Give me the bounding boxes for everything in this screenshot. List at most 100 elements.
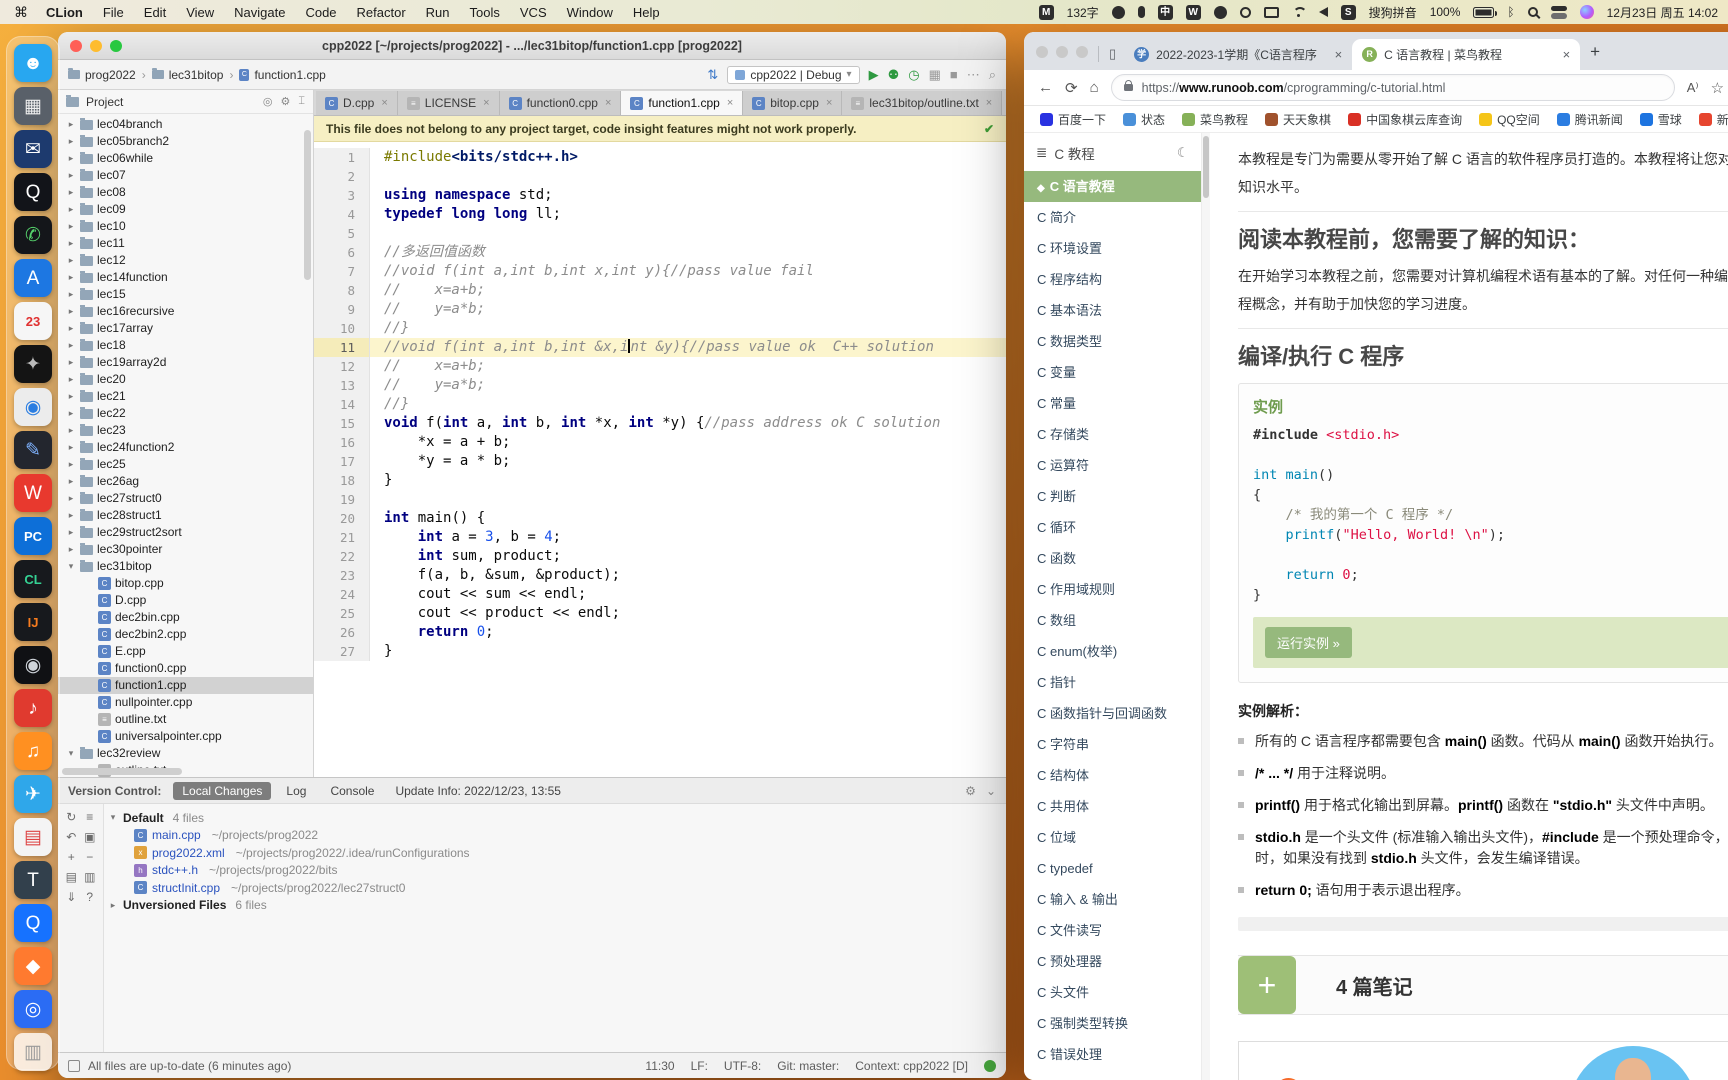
- tree-item[interactable]: C E.cpp: [58, 643, 313, 660]
- debug-button[interactable]: ⚉: [888, 67, 900, 83]
- editor-tab[interactable]: Cfunction1.cpp ×: [621, 91, 744, 115]
- tree-item[interactable]: ▸ lec21: [58, 388, 313, 405]
- tree-item[interactable]: Cnullpointer.cpp: [58, 694, 313, 711]
- tree-item[interactable]: ▸ lec29struct2sort: [58, 524, 313, 541]
- sidebar-item[interactable]: C 头文件: [1024, 977, 1201, 1008]
- bookmark-item[interactable]: 新浪: [1698, 111, 1728, 128]
- dock-pc-app-icon[interactable]: PC: [14, 517, 52, 555]
- collapse-arrow[interactable]: ▸: [108, 900, 118, 911]
- hide-panel-icon[interactable]: ⌶: [298, 95, 305, 108]
- tab-close-icon[interactable]: ×: [826, 97, 832, 109]
- back-button[interactable]: ←: [1038, 79, 1053, 96]
- menu-item[interactable]: Help: [623, 5, 670, 20]
- gear-icon[interactable]: ⚙: [281, 95, 291, 108]
- tab-close-icon[interactable]: ×: [1563, 47, 1571, 62]
- sidebar-item[interactable]: C 预处理器: [1024, 946, 1201, 977]
- tree-item[interactable]: ▸ lec07: [58, 167, 313, 184]
- tree-item[interactable]: ▸ lec23: [58, 422, 313, 439]
- home-button[interactable]: ⌂: [1090, 79, 1099, 96]
- tree-item[interactable]: ▸ lec06while: [58, 150, 313, 167]
- page-scrollbar[interactable]: [1202, 133, 1210, 1080]
- sidebar-item[interactable]: C 运算符: [1024, 450, 1201, 481]
- sidebar-item[interactable]: C 函数指针与回调函数: [1024, 698, 1201, 729]
- sidebar-item[interactable]: C 变量: [1024, 357, 1201, 388]
- tree-item[interactable]: ▸ lec16recursive: [58, 303, 313, 320]
- tree-item[interactable]: Cdec2bin2.cpp: [58, 626, 313, 643]
- tree-hscrollbar[interactable]: [62, 768, 182, 775]
- ring-app-icon[interactable]: [1239, 6, 1251, 18]
- tree-item[interactable]: ▸ lec17array: [58, 320, 313, 337]
- dock-qq-music-icon[interactable]: ♫: [14, 732, 52, 770]
- battery-percent[interactable]: 100%: [1430, 5, 1461, 19]
- dock-notes-dark-icon[interactable]: ✦: [14, 345, 52, 383]
- clion-titlebar[interactable]: cpp2022 [~/projects/prog2022] - .../lec3…: [58, 32, 1006, 60]
- tree-item[interactable]: ▸ lec26ag: [58, 473, 313, 490]
- qq-status-icon[interactable]: [1213, 5, 1227, 19]
- dock-appstore-icon[interactable]: A: [14, 259, 52, 297]
- menu-item[interactable]: Edit: [134, 5, 176, 20]
- unversioned-row[interactable]: ▸ Unversioned Files 6 files: [108, 897, 1006, 915]
- zoom-button[interactable]: [1076, 46, 1088, 58]
- tab-search-icon[interactable]: ▯: [1098, 46, 1116, 62]
- tree-item[interactable]: ▸ lec27struct0: [58, 490, 313, 507]
- sidebar-item[interactable]: C 位域: [1024, 822, 1201, 853]
- wifi-icon[interactable]: [1292, 6, 1307, 18]
- ad-banner[interactable]: SEMRUSH: [1238, 1041, 1728, 1080]
- run-example-button[interactable]: 运行实例 »: [1265, 627, 1352, 658]
- menu-item[interactable]: File: [93, 5, 134, 20]
- bookmark-item[interactable]: 腾讯新闻: [1556, 111, 1623, 128]
- dock-calendar-icon[interactable]: 23: [14, 302, 52, 340]
- sidebar-item[interactable]: C enum(枚举): [1024, 636, 1201, 667]
- vcs-action-icon-4[interactable]: +: [62, 850, 81, 864]
- scrollbar-thumb[interactable]: [1203, 136, 1209, 198]
- dock-books-icon[interactable]: ▤: [14, 818, 52, 856]
- sidebar-item[interactable]: C 强制类型转换: [1024, 1008, 1201, 1039]
- tree-item[interactable]: ▸ lec05branch2: [58, 133, 313, 150]
- tree-item[interactable]: ▾ lec32review: [58, 745, 313, 762]
- dock-mail-icon[interactable]: ✉: [14, 130, 52, 168]
- dock-qq-icon[interactable]: Q: [14, 173, 52, 211]
- menu-item[interactable]: Window: [557, 5, 623, 20]
- sidebar-item[interactable]: ◆ C 语言教程: [1024, 171, 1201, 202]
- hide-panel-icon[interactable]: ⌄: [986, 784, 996, 798]
- locate-icon[interactable]: ◎: [263, 95, 273, 108]
- mic-icon[interactable]: [1137, 6, 1145, 18]
- notes-count[interactable]: 4 篇笔记: [1336, 971, 1413, 1000]
- sidebar-item[interactable]: C 错误处理: [1024, 1039, 1201, 1070]
- vcs-file-row[interactable]: CstructInit.cpp ~/projects/prog2022/lec27…: [108, 879, 1006, 897]
- dock-intellij-icon[interactable]: IJ: [14, 603, 52, 641]
- run-button[interactable]: ▶: [869, 67, 879, 83]
- sidebar-item[interactable]: C 循环: [1024, 512, 1201, 543]
- control-center-icon[interactable]: [1550, 5, 1567, 19]
- address-bar[interactable]: https://www.runoob.com/cprogramming/c-tu…: [1110, 74, 1675, 101]
- close-button[interactable]: [1036, 46, 1048, 58]
- code-editor[interactable]: 1 #include<bits/stdc++.h> 2 3 using namespac…: [314, 142, 1006, 777]
- sidebar-item[interactable]: C 共用体: [1024, 791, 1201, 822]
- bookmark-item[interactable]: 天天象棋: [1265, 111, 1331, 128]
- sidebar-item[interactable]: C 常量: [1024, 388, 1201, 419]
- dock-music-red-icon[interactable]: ♪: [14, 689, 52, 727]
- dock-typora-icon[interactable]: T: [14, 861, 52, 899]
- expand-arrow[interactable]: ▾: [108, 812, 118, 823]
- editor-tab[interactable]: ≡ lec31bitop/outline.txt ×: [842, 91, 1003, 115]
- dock-obs-icon[interactable]: ◉: [14, 646, 52, 684]
- add-note-button[interactable]: +: [1238, 956, 1296, 1014]
- menu-item[interactable]: VCS: [510, 5, 557, 20]
- bookmark-item[interactable]: QQ空间: [1479, 111, 1540, 128]
- vcs-file-row[interactable]: x prog2022.xml ~/projects/prog2022/.idea/r…: [108, 844, 1006, 862]
- tree-item[interactable]: ≡ outline.txt: [58, 711, 313, 728]
- coverage-button[interactable]: ▦: [929, 67, 941, 83]
- sidebar-item[interactable]: C 文件读写: [1024, 915, 1201, 946]
- menubar-app-icon[interactable]: M: [1038, 4, 1054, 20]
- tab-close-icon[interactable]: ×: [986, 97, 992, 109]
- run-config-selector[interactable]: cpp2022 | Debug ▾: [727, 65, 860, 84]
- tree-item[interactable]: ▸ lec10: [58, 218, 313, 235]
- sidebar-item[interactable]: C 函数: [1024, 543, 1201, 574]
- dock-wechat-icon[interactable]: ✆: [14, 216, 52, 254]
- volume-muted-icon[interactable]: [1318, 7, 1328, 17]
- vcs-action-icon-5[interactable]: −: [81, 850, 100, 864]
- menu-item[interactable]: Tools: [460, 5, 510, 20]
- sidebar-item[interactable]: C 存储类: [1024, 419, 1201, 450]
- tree-item[interactable]: ▸ lec12: [58, 252, 313, 269]
- dock-launchpad-icon[interactable]: ▦: [14, 87, 52, 125]
